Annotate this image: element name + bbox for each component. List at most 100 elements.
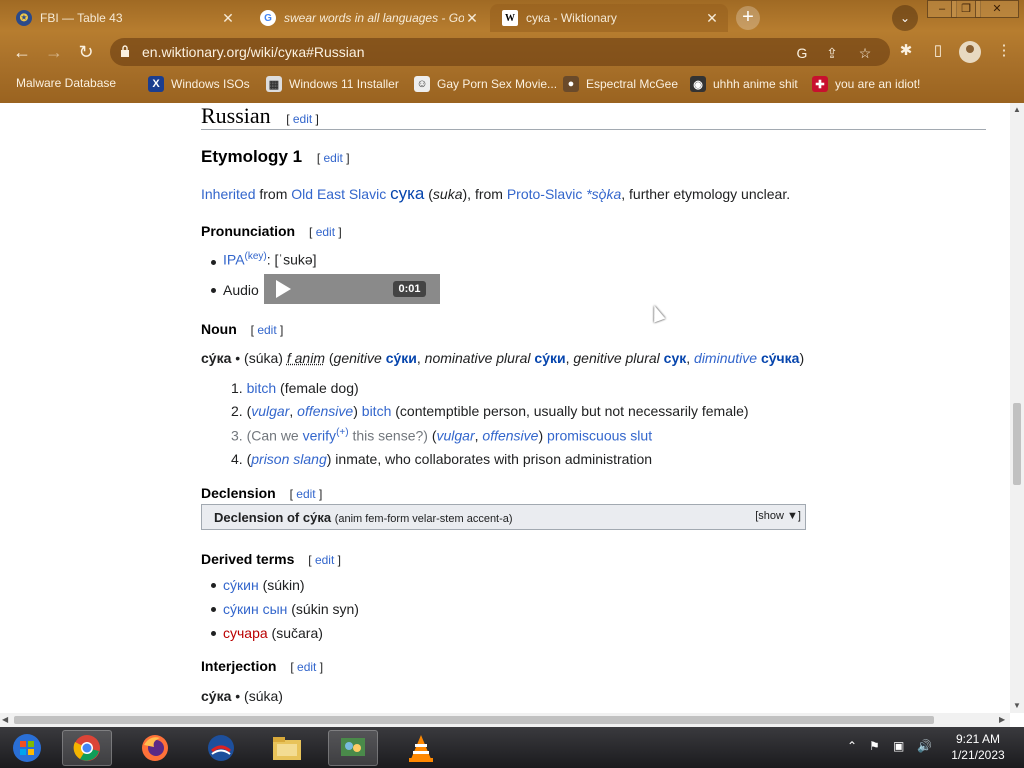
proto-slavic-word-link[interactable]: *sǫ̀ka: [586, 186, 621, 202]
scroll-right-icon[interactable]: ▶: [999, 715, 1005, 724]
browser-chrome: ✪ FBI — Table 43 ✕ G swear words in all …: [0, 0, 1024, 103]
text: (: [424, 186, 433, 202]
ipa-key-link[interactable]: (key): [245, 251, 267, 262]
edit-link[interactable]: edit: [293, 112, 312, 126]
scrollbar-thumb[interactable]: [1013, 403, 1021, 485]
reload-icon[interactable]: ↻: [74, 40, 98, 64]
file-explorer-taskbar-button[interactable]: [262, 730, 312, 766]
verify-link[interactable]: verify: [303, 428, 336, 444]
close-tab-icon[interactable]: ✕: [220, 10, 236, 27]
vulgar-link[interactable]: vulgar: [251, 403, 289, 419]
address-bar[interactable]: en.wiktionary.org/wiki/сука#Russian G ⇪ …: [110, 38, 890, 66]
declension-table-collapsed[interactable]: Declension of су́ка (anim fem-form velar…: [201, 504, 806, 530]
firefox-taskbar-button[interactable]: [130, 730, 180, 766]
bookmark-espectral-mcgee[interactable]: ● Espectral McGee: [563, 76, 678, 92]
vertical-scrollbar[interactable]: ▲ ▼: [1010, 103, 1024, 713]
derived-term-link[interactable]: су́кин сын: [223, 601, 287, 617]
proto-slavic-link[interactable]: Proto-Slavic: [507, 186, 582, 202]
close-tab-icon[interactable]: ✕: [704, 10, 720, 27]
bookmark-anime[interactable]: ◉ uhhh anime shit: [690, 76, 798, 92]
windows-logo-icon: [13, 734, 41, 762]
show-hidden-icons[interactable]: ⌃: [847, 739, 857, 753]
oes-word-link[interactable]: сука: [390, 184, 424, 203]
tab-google-search[interactable]: G swear words in all languages - Goo ✕: [248, 4, 488, 32]
genitive-plural-link[interactable]: сук: [664, 350, 687, 366]
share-icon[interactable]: ⇪: [823, 44, 841, 62]
offensive-link[interactable]: offensive: [482, 428, 538, 444]
network-app-taskbar-button[interactable]: [328, 730, 378, 766]
promiscuous-link[interactable]: promiscuous: [547, 428, 626, 444]
bullet: [211, 583, 216, 588]
edit-link[interactable]: edit: [315, 553, 334, 567]
inherited-link[interactable]: Inherited: [201, 186, 255, 202]
page-icon: ▦: [266, 76, 282, 92]
scrollbar-thumb[interactable]: [14, 716, 934, 724]
scroll-down-icon[interactable]: ▼: [1013, 701, 1021, 710]
prison-slang-link[interactable]: prison slang: [251, 451, 327, 467]
network-icon[interactable]: ▣: [893, 739, 904, 753]
verify-plus-link[interactable]: (+): [336, 427, 349, 438]
volume-icon[interactable]: 🔊: [917, 739, 932, 753]
vlc-taskbar-button[interactable]: [396, 730, 446, 766]
action-center-flag-icon[interactable]: ⚑: [869, 739, 880, 753]
back-icon[interactable]: ←: [10, 40, 34, 64]
genitive-link[interactable]: су́ки: [386, 350, 417, 366]
vlc-icon: [409, 735, 433, 762]
scroll-left-icon[interactable]: ◀: [2, 715, 8, 724]
gloss: (female dog): [276, 380, 359, 396]
play-icon[interactable]: [276, 280, 291, 298]
edit-link[interactable]: edit: [324, 151, 343, 165]
edit-section: [ edit ]: [250, 323, 284, 337]
nominative-plural-link[interactable]: су́ки: [534, 350, 565, 366]
screen: ✪ FBI — Table 43 ✕ G swear words in all …: [0, 0, 1024, 768]
old-east-slavic-link[interactable]: Old East Slavic: [291, 186, 386, 202]
chrome-taskbar-button[interactable]: [62, 730, 112, 766]
app-taskbar-button[interactable]: [196, 730, 246, 766]
forward-icon[interactable]: →: [42, 40, 66, 64]
side-panel-icon[interactable]: ▯: [928, 40, 948, 62]
diminutive-word-link[interactable]: су́чка: [761, 350, 800, 366]
vulgar-link[interactable]: vulgar: [437, 428, 475, 444]
translit: suka: [432, 186, 463, 202]
horizontal-scrollbar[interactable]: ◀ ▶: [0, 713, 1010, 727]
new-tab-button[interactable]: +: [736, 6, 760, 30]
start-button[interactable]: [2, 730, 52, 766]
show-toggle[interactable]: [show ▼]: [755, 510, 801, 522]
lock-icon: [121, 45, 129, 57]
tab-wiktionary[interactable]: W сука - Wiktionary ✕: [490, 4, 728, 32]
language-heading: Russian [ edit ]: [201, 103, 986, 130]
diminutive-link[interactable]: diminutive: [694, 350, 757, 366]
audio-player[interactable]: 0:01: [264, 274, 440, 304]
bookmark-windows-11-installer[interactable]: ▦ Windows 11 Installer: [266, 76, 399, 92]
edit-link[interactable]: edit: [316, 225, 335, 239]
derived-terms-heading: Derived terms [ edit ]: [201, 551, 341, 567]
menu-icon[interactable]: ⋮: [994, 40, 1014, 62]
bookmark-malware-database[interactable]: Malware Database: [16, 76, 116, 90]
bitch-link[interactable]: bitch: [247, 380, 277, 396]
ipa-link[interactable]: IPA: [223, 252, 245, 268]
bookmark-you-are-an-idiot[interactable]: ✚ you are an idiot!: [812, 76, 920, 92]
profile-avatar[interactable]: [959, 41, 981, 63]
offensive-link[interactable]: offensive: [297, 403, 353, 419]
extensions-icon[interactable]: ✱: [896, 40, 916, 62]
scroll-up-icon[interactable]: ▲: [1013, 105, 1021, 114]
edit-link[interactable]: edit: [257, 323, 276, 337]
taskbar: ⌃ ⚑ ▣ 🔊 9:21 AM 1/21/2023: [0, 727, 1024, 768]
derived-term-link[interactable]: су́кин: [223, 577, 259, 593]
derived-term-redlink[interactable]: сучара: [223, 625, 268, 641]
rfv-text: this sense?): [348, 427, 432, 444]
tab-fbi-table[interactable]: ✪ FBI — Table 43 ✕: [4, 4, 244, 32]
system-clock[interactable]: 9:21 AM 1/21/2023: [946, 731, 1010, 763]
slut-link[interactable]: slut: [630, 428, 652, 444]
form-label: genitive plural: [573, 350, 660, 366]
bookmark-gay-porn[interactable]: ☺ Gay Porn Sex Movie...: [414, 76, 557, 92]
edit-link[interactable]: edit: [296, 487, 315, 501]
edit-link[interactable]: edit: [297, 660, 316, 674]
tab-search-button[interactable]: ⌄: [892, 5, 918, 31]
google-lens-icon[interactable]: G: [793, 44, 811, 62]
bookmark-windows-isos[interactable]: X Windows ISOs: [148, 76, 250, 92]
close-window-button[interactable]: ✕: [975, 0, 1019, 18]
bitch-link[interactable]: bitch: [362, 403, 392, 419]
bookmark-star-icon[interactable]: ☆: [856, 44, 874, 62]
close-tab-icon[interactable]: ✕: [464, 10, 480, 27]
